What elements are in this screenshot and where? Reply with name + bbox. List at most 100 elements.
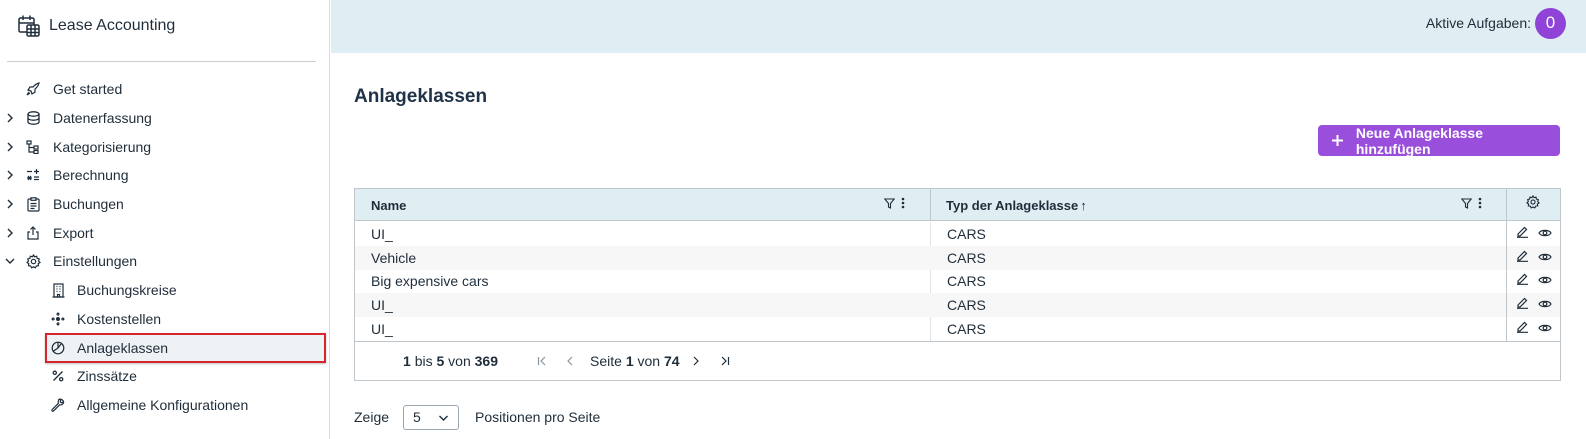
asset-class-table: Name Typ der Anlageklasse ↑ UI_ CARS Veh… bbox=[354, 188, 1561, 381]
cell-name: Big expensive cars bbox=[371, 273, 489, 290]
database-icon bbox=[25, 110, 41, 126]
cell-name: UI_ bbox=[371, 225, 393, 242]
chevron-right-icon[interactable] bbox=[4, 141, 16, 153]
sidebar-item-label: Export bbox=[53, 224, 94, 241]
hierarchy-icon bbox=[25, 139, 41, 155]
first-page-icon[interactable] bbox=[535, 354, 549, 368]
table-row[interactable]: UI_ CARS bbox=[355, 222, 1506, 246]
sidebar-item-berechnung[interactable]: Berechnung bbox=[0, 161, 330, 190]
last-page-icon[interactable] bbox=[717, 354, 731, 368]
cell-typ: CARS bbox=[947, 249, 986, 266]
pagination-page-info: Seite 1 von 74 bbox=[590, 353, 680, 369]
pagination-range: 1 bis 5 von 369 bbox=[403, 353, 498, 369]
cost-center-icon bbox=[50, 311, 66, 327]
typ-column-controls bbox=[1460, 196, 1482, 214]
row-actions bbox=[1507, 293, 1560, 318]
sidebar-item-label: Anlageklassen bbox=[77, 339, 169, 356]
sidebar-item-allgemeine-konfigurationen[interactable]: Allgemeine Konfigurationen bbox=[0, 391, 330, 420]
sidebar-item-label: Datenerfassung bbox=[53, 110, 152, 127]
view-icon[interactable] bbox=[1537, 272, 1552, 290]
chevron-down-icon[interactable] bbox=[4, 255, 16, 267]
sidebar-item-kostenstellen[interactable]: Kostenstellen bbox=[0, 305, 330, 334]
pagination: 1 bis 5 von 369 Seite 1 von 74 bbox=[355, 341, 1560, 380]
table-row[interactable]: UI_ CARS bbox=[355, 293, 1506, 318]
edit-icon[interactable] bbox=[1516, 272, 1529, 290]
edit-icon[interactable] bbox=[1516, 296, 1529, 314]
cell-name: UI_ bbox=[371, 321, 393, 338]
chevron-right-icon[interactable] bbox=[4, 169, 16, 181]
settings-icon[interactable] bbox=[1526, 194, 1540, 214]
plus-icon bbox=[1330, 133, 1346, 149]
sidebar-item-kategorisierung[interactable]: Kategorisierung bbox=[0, 132, 330, 161]
column-header-typ[interactable]: Typ der Anlageklasse ↑ bbox=[946, 189, 1087, 221]
gear-icon bbox=[25, 253, 41, 269]
page-size-value: 5 bbox=[413, 409, 421, 425]
row-actions bbox=[1507, 245, 1560, 270]
cell-typ: CARS bbox=[947, 297, 986, 314]
sidebar-item-label: Buchungskreise bbox=[77, 282, 177, 299]
sidebar-item-export[interactable]: Export bbox=[0, 218, 330, 247]
row-actions bbox=[1507, 222, 1560, 246]
table-settings bbox=[1526, 194, 1540, 214]
page-size-control: Zeige 5 Positionen pro Seite bbox=[354, 404, 600, 430]
view-icon[interactable] bbox=[1537, 296, 1552, 314]
sidebar-item-zinssaetze[interactable]: Zinssätze bbox=[0, 362, 330, 391]
sidebar-item-label: Kategorisierung bbox=[53, 138, 152, 155]
chevron-right-icon[interactable] bbox=[4, 227, 16, 239]
chevron-down-icon bbox=[438, 412, 450, 424]
brand[interactable]: Lease Accounting bbox=[18, 12, 175, 40]
next-page-icon[interactable] bbox=[689, 354, 703, 368]
chevron-right-icon[interactable] bbox=[4, 112, 16, 124]
filter-icon[interactable] bbox=[883, 196, 896, 214]
building-icon bbox=[50, 282, 66, 298]
page-size-prefix: Zeige bbox=[354, 409, 390, 425]
sidebar-item-buchungskreise[interactable]: Buchungskreise bbox=[0, 276, 330, 305]
column-menu-icon[interactable] bbox=[901, 196, 905, 214]
edit-icon[interactable] bbox=[1516, 249, 1529, 267]
sidebar-item-label: Get started bbox=[53, 81, 123, 98]
app-root: Lease Accounting Get started Datenerfass… bbox=[0, 0, 1586, 439]
row-actions bbox=[1507, 317, 1560, 341]
cell-name: UI_ bbox=[371, 297, 393, 314]
sidebar-item-datenerfassung[interactable]: Datenerfassung bbox=[0, 104, 330, 133]
sidebar-divider bbox=[7, 61, 316, 62]
sidebar-item-buchungen[interactable]: Buchungen bbox=[0, 190, 330, 219]
column-header-label: Typ der Anlageklasse bbox=[946, 197, 1079, 213]
previous-page-icon[interactable] bbox=[563, 354, 577, 368]
table-row[interactable]: Big expensive cars CARS bbox=[355, 270, 1506, 294]
edit-icon[interactable] bbox=[1516, 320, 1529, 338]
sidebar-item-label: Zinssätze bbox=[77, 368, 137, 385]
sidebar-item-label: Kostenstellen bbox=[77, 310, 162, 327]
view-icon[interactable] bbox=[1537, 225, 1552, 243]
top-bar: Aktive Aufgaben: 0 bbox=[331, 0, 1586, 53]
view-icon[interactable] bbox=[1537, 320, 1552, 338]
column-menu-icon[interactable] bbox=[1478, 196, 1482, 214]
active-tasks-badge[interactable]: 0 bbox=[1535, 7, 1566, 39]
add-button-label: Neue Anlageklasse hinzufügen bbox=[1355, 124, 1483, 157]
percent-icon bbox=[50, 368, 66, 384]
sidebar-nav: Get started Datenerfassung Kategorisieru… bbox=[0, 75, 330, 419]
sort-ascending-icon[interactable]: ↑ bbox=[1080, 198, 1087, 213]
page-title: Anlageklassen bbox=[354, 86, 488, 107]
filter-icon[interactable] bbox=[1460, 196, 1473, 214]
chevron-right-icon[interactable] bbox=[4, 198, 16, 210]
sidebar-item-einstellungen[interactable]: Einstellungen bbox=[0, 247, 330, 276]
column-header-name[interactable]: Name bbox=[371, 189, 406, 221]
page-size-select[interactable]: 5 bbox=[403, 404, 460, 430]
edit-icon[interactable] bbox=[1516, 225, 1529, 243]
export-icon bbox=[25, 225, 41, 241]
sidebar-item-label: Berechnung bbox=[53, 167, 129, 184]
add-asset-class-button[interactable]: Neue Anlageklasse hinzufügen bbox=[1318, 124, 1560, 157]
calculator-icon bbox=[25, 167, 41, 183]
column-separator[interactable] bbox=[930, 189, 931, 221]
table-row[interactable]: UI_ CARS bbox=[355, 317, 1506, 341]
table-row[interactable]: Vehicle CARS bbox=[355, 245, 1506, 270]
cell-typ: CARS bbox=[947, 321, 986, 338]
view-icon[interactable] bbox=[1537, 249, 1552, 267]
sidebar-item-get-started[interactable]: Get started bbox=[0, 75, 330, 104]
active-tasks[interactable]: Aktive Aufgaben: 0 bbox=[1425, 7, 1566, 39]
sidebar-item-anlageklassen[interactable]: Anlageklassen bbox=[0, 333, 330, 363]
cell-typ: CARS bbox=[947, 273, 986, 290]
name-column-controls bbox=[883, 196, 905, 214]
active-tasks-label: Aktive Aufgaben: bbox=[1425, 15, 1531, 31]
